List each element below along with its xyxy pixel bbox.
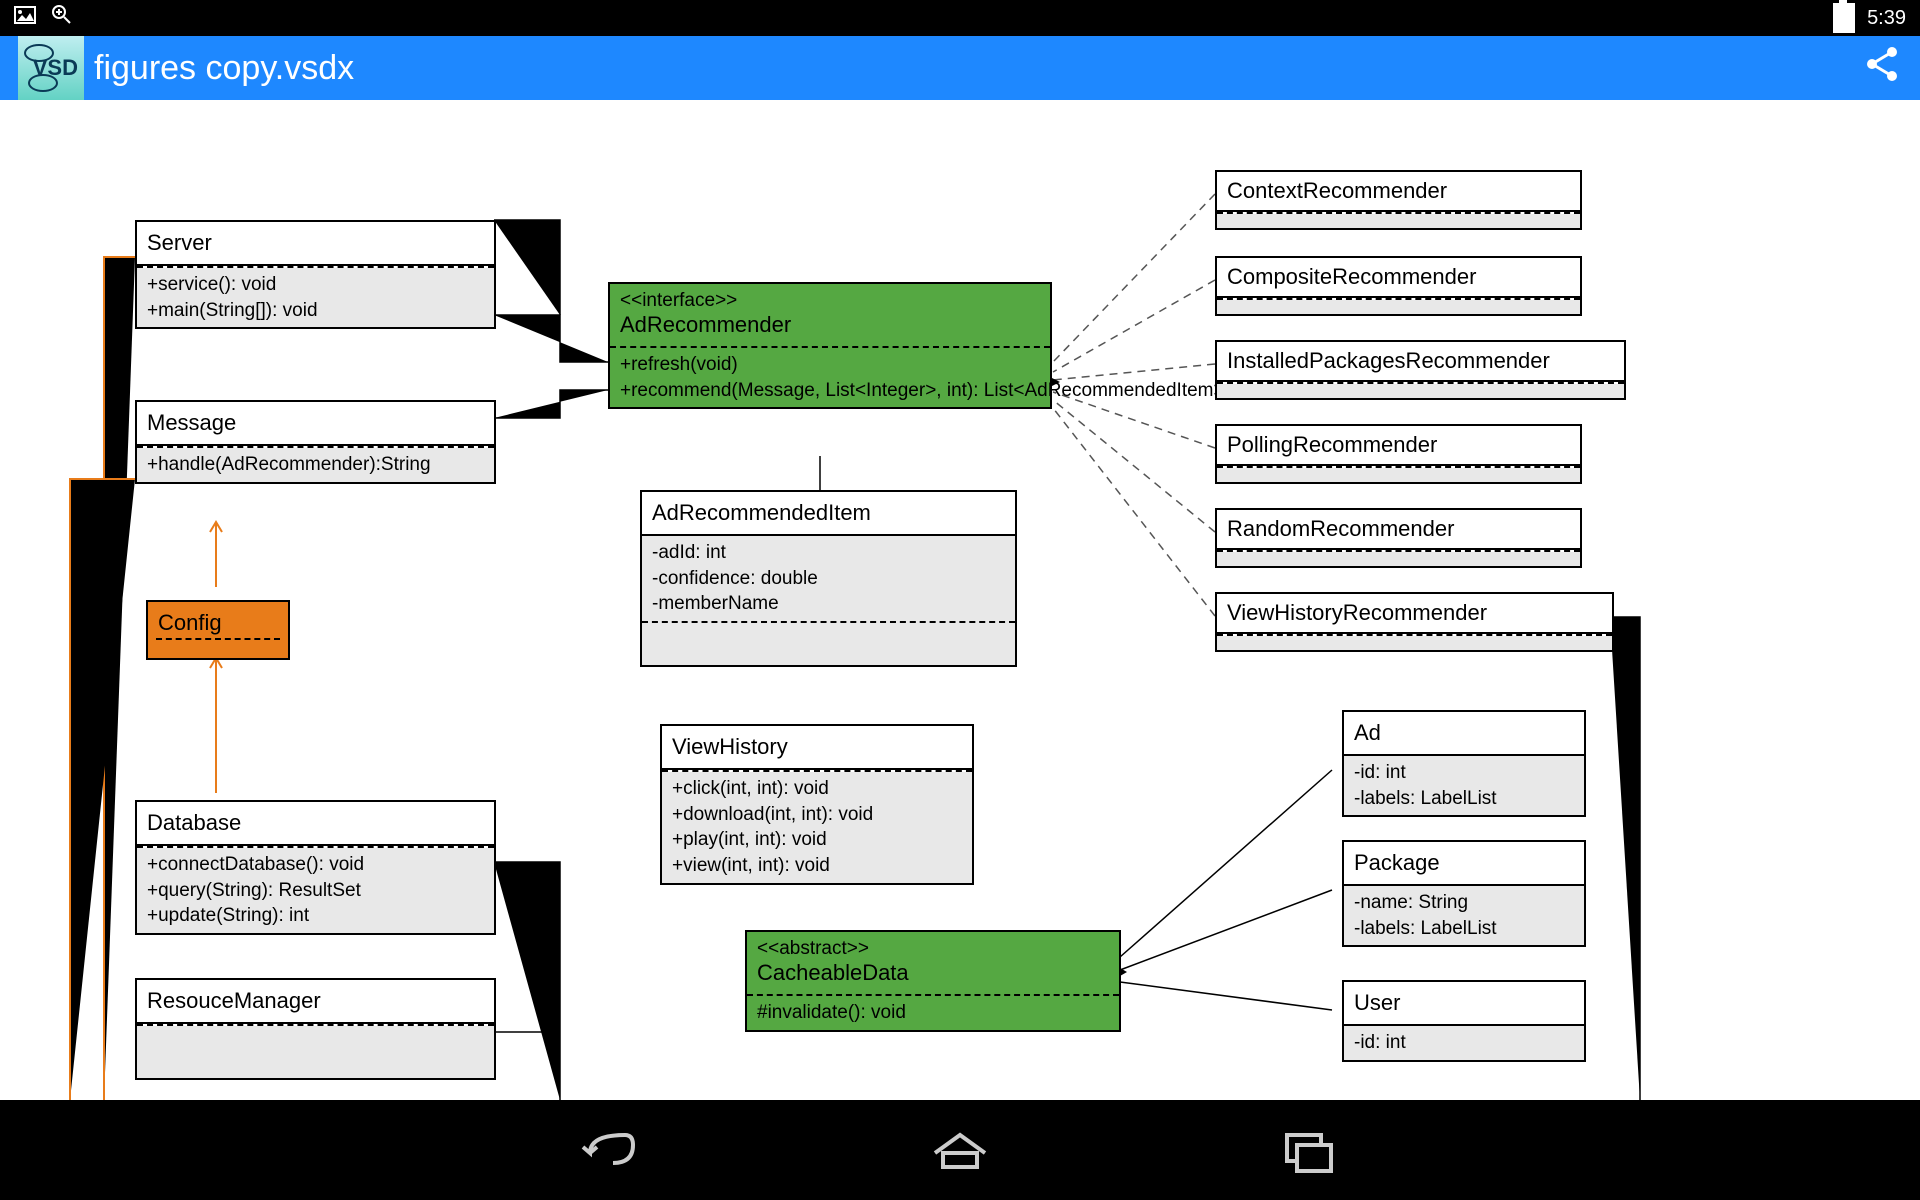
class-message[interactable]: Message +handle(AdRecommender):String <box>135 400 496 484</box>
class-polling-recommender[interactable]: PollingRecommender <box>1215 424 1582 484</box>
class-viewhistory[interactable]: ViewHistory +click(int, int): void +down… <box>660 724 974 885</box>
class-package[interactable]: Package -name: String -labels: LabelList <box>1342 840 1586 947</box>
class-attrs: -id: int -labels: LabelList <box>1344 756 1584 815</box>
class-name: RandomRecommender <box>1217 510 1580 550</box>
interface-adrecommender[interactable]: <<interface>> AdRecommender +refresh(voi… <box>608 282 1052 409</box>
class-resource-manager[interactable]: ResouceManager <box>135 978 496 1080</box>
class-config[interactable]: Config <box>146 600 290 660</box>
class-composite-recommender[interactable]: CompositeRecommender <box>1215 256 1582 316</box>
app-titlebar: VSD figures copy.vsdx <box>0 36 1920 100</box>
class-methods: #invalidate(): void <box>747 996 1119 1030</box>
class-methods: +handle(AdRecommender):String <box>137 448 494 482</box>
class-name: Message <box>137 402 494 446</box>
android-status-bar: 5:39 <box>0 0 1920 36</box>
class-installed-packages-recommender[interactable]: InstalledPackagesRecommender <box>1215 340 1626 400</box>
gallery-icon <box>14 6 36 30</box>
class-name: ViewHistoryRecommender <box>1217 594 1612 634</box>
class-name: CompositeRecommender <box>1217 258 1580 298</box>
diagram-canvas[interactable]: Server +service(): void +main(String[]):… <box>0 100 1920 1100</box>
document-title: figures copy.vsdx <box>94 49 354 88</box>
home-icon[interactable] <box>925 1120 995 1180</box>
class-methods: +click(int, int): void +download(int, in… <box>662 772 972 883</box>
back-icon[interactable] <box>575 1120 645 1180</box>
class-name: ContextRecommender <box>1217 172 1580 212</box>
class-methods: +refresh(void) +recommend(Message, List<… <box>610 348 1050 407</box>
share-icon[interactable] <box>1862 44 1902 93</box>
stereotype: <<abstract>> <box>747 932 1119 960</box>
class-attrs: -name: String -labels: LabelList <box>1344 886 1584 945</box>
class-name: ResouceManager <box>137 980 494 1024</box>
class-name: CacheableData <box>747 960 1119 994</box>
battery-icon <box>1833 3 1855 33</box>
class-name: Server <box>137 222 494 266</box>
class-methods: +service(): void +main(String[]): void <box>137 268 494 327</box>
class-name: Database <box>137 802 494 846</box>
abstract-cacheabledata[interactable]: <<abstract>> CacheableData #invalidate()… <box>745 930 1121 1032</box>
class-name: User <box>1344 982 1584 1026</box>
class-name: ViewHistory <box>662 726 972 770</box>
class-viewhistory-recommender[interactable]: ViewHistoryRecommender <box>1215 592 1614 652</box>
class-name: AdRecommendedItem <box>642 492 1015 536</box>
class-attrs: -adId: int -confidence: double -memberNa… <box>642 536 1015 623</box>
class-user[interactable]: User -id: int <box>1342 980 1586 1062</box>
class-ad[interactable]: Ad -id: int -labels: LabelList <box>1342 710 1586 817</box>
class-database[interactable]: Database +connectDatabase(): void +query… <box>135 800 496 935</box>
recents-icon[interactable] <box>1275 1120 1345 1180</box>
class-attrs: -id: int <box>1344 1026 1584 1060</box>
app-icon: VSD <box>18 36 84 100</box>
class-methods: +connectDatabase(): void +query(String):… <box>137 848 494 933</box>
class-random-recommender[interactable]: RandomRecommender <box>1215 508 1582 568</box>
class-name: PollingRecommender <box>1217 426 1580 466</box>
class-name: Config <box>148 602 288 638</box>
class-server[interactable]: Server +service(): void +main(String[]):… <box>135 220 496 329</box>
class-name: Ad <box>1344 712 1584 756</box>
stereotype: <<interface>> <box>610 284 1050 312</box>
class-name: InstalledPackagesRecommender <box>1217 342 1624 382</box>
class-adrecommendeditem[interactable]: AdRecommendedItem -adId: int -confidence… <box>640 490 1017 667</box>
class-name: Package <box>1344 842 1584 886</box>
class-name: AdRecommender <box>610 312 1050 346</box>
clock: 5:39 <box>1867 7 1906 30</box>
class-context-recommender[interactable]: ContextRecommender <box>1215 170 1582 230</box>
android-nav-bar <box>0 1100 1920 1200</box>
magnify-plus-icon <box>50 3 74 33</box>
